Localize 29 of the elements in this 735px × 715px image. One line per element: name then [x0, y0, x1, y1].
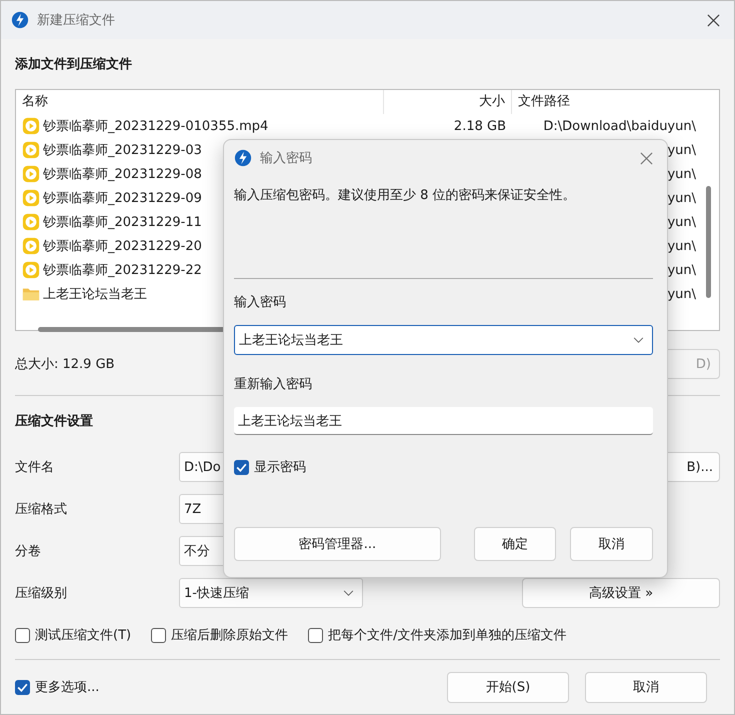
file-name: 钞票临摹师_20231229-20 — [43, 238, 202, 255]
file-name: 钞票临摹师_20231229-11 — [43, 214, 202, 231]
file-path: yun\ — [667, 190, 696, 206]
file-name: 钞票临摹师_20231229-010355.mp4 — [43, 118, 268, 135]
dialog-title: 输入密码 — [260, 150, 313, 167]
setting-label: 压缩级别 — [15, 585, 68, 602]
setting-label: 压缩格式 — [15, 501, 68, 518]
file-path: yun\ — [667, 262, 696, 278]
file-path: yun\ — [667, 286, 696, 302]
file-path: yun\ — [667, 214, 696, 230]
file-name: 钞票临摹师_20231229-08 — [43, 166, 202, 183]
dialog-message: 输入压缩包密码。建议使用至少 8 位的密码来保证安全性。 — [234, 187, 577, 205]
setting-label: 文件名 — [15, 459, 55, 476]
file-name: 上老王论坛当老王 — [43, 286, 147, 303]
file-name: 钞票临摹师_20231229-03 — [43, 142, 202, 159]
file-path: yun\ — [667, 166, 696, 182]
section-heading: 添加文件到压缩文件 — [15, 56, 132, 74]
section-heading: 压缩文件设置 — [15, 412, 93, 431]
field-label: 重新输入密码 — [234, 376, 313, 394]
file-name: 钞票临摹师_20231229-09 — [43, 190, 202, 207]
file-path: yun\ — [667, 238, 696, 254]
file-name: 钞票临摹师_20231229-22 — [43, 262, 202, 279]
field-label: 输入密码 — [234, 294, 287, 312]
total-size: 总大小: 12.9 GB — [15, 356, 115, 373]
window-title: 新建压缩文件 — [37, 12, 116, 29]
setting-label: 分卷 — [15, 543, 42, 560]
file-size: 2.18 GB — [454, 118, 506, 134]
file-path: D:\Download\baiduyun\ — [543, 118, 696, 134]
file-path: yun\ — [667, 142, 696, 158]
